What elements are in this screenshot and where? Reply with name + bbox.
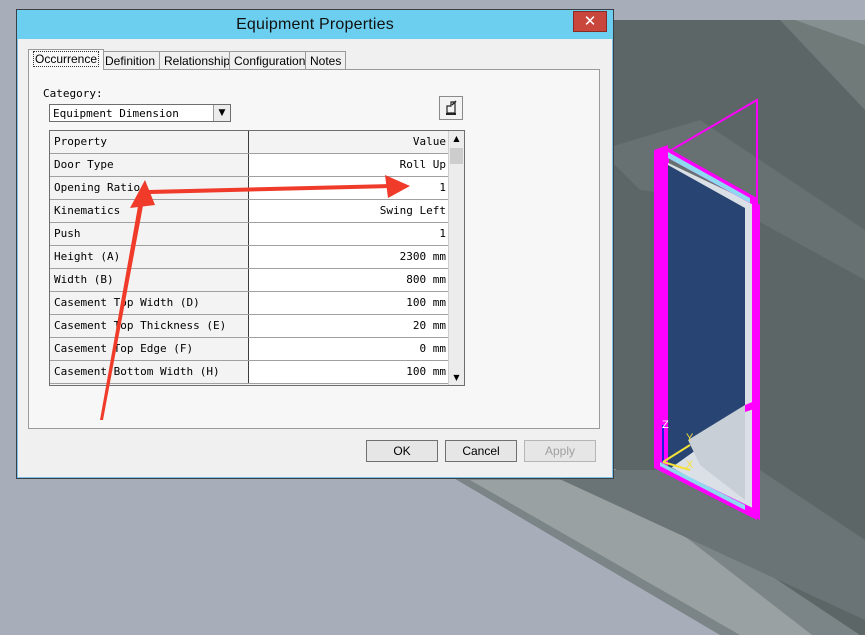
annotation-arrow-vertical xyxy=(100,195,145,420)
tab-occurrence[interactable]: Occurrence xyxy=(28,49,105,70)
annotation-arrows xyxy=(100,175,410,420)
annotation-arrow-horizontal xyxy=(148,184,390,194)
